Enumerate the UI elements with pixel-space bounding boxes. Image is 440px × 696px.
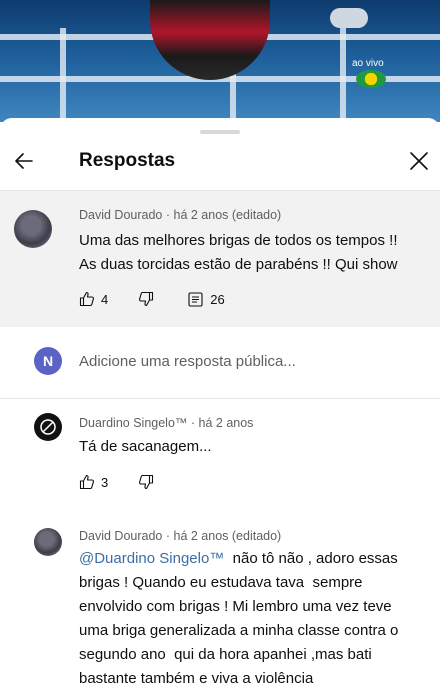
close-icon[interactable] <box>404 146 434 176</box>
comment-meta: Duardino Singelo™ · há 2 anos <box>79 416 253 430</box>
comment-actions: 3 <box>79 474 154 490</box>
dislike-button[interactable] <box>138 474 154 490</box>
video-fan-figure <box>150 0 270 80</box>
comment-line: envolvido com brigas ! Mi lembro uma vez… <box>79 598 392 615</box>
video-shoe <box>330 8 368 28</box>
broadcaster-logo-icon <box>356 70 386 88</box>
parent-comment: David Dourado · há 2 anos (editado) Uma … <box>0 191 440 327</box>
comment-line: uma briga generalizada a minha classe co… <box>79 622 399 639</box>
comment-line: bastante também e viva a violência <box>79 670 314 687</box>
thumbs-down-icon <box>138 291 154 307</box>
comment-timestamp: · há 2 anos (editado) <box>162 208 282 222</box>
panel-title: Respostas <box>79 150 176 171</box>
comment-line: As duas torcidas estão de parabéns !! Qu… <box>79 256 398 273</box>
panel-header: Respostas <box>0 136 440 190</box>
live-label: ao vivo <box>352 58 384 69</box>
reply-divider <box>0 398 440 399</box>
like-button[interactable]: 4 <box>79 291 108 307</box>
comment-text: @Duardino Singelo™ não tô não , adoro es… <box>79 547 434 691</box>
comment-text: Uma das melhores brigas de todos os temp… <box>79 229 398 277</box>
dislike-button[interactable] <box>138 291 154 307</box>
comment-author[interactable]: David Dourado <box>79 529 162 543</box>
user-avatar: N <box>34 347 62 375</box>
like-count: 3 <box>101 474 109 490</box>
mention-link[interactable]: @Duardino Singelo™ <box>79 550 224 567</box>
avatar[interactable] <box>34 528 62 556</box>
drag-handle[interactable] <box>200 130 240 134</box>
video-player[interactable]: ao vivo <box>0 0 440 122</box>
reply-input[interactable]: Adicione uma resposta pública... <box>79 353 296 370</box>
back-arrow-icon[interactable] <box>10 146 40 176</box>
reply-count: 26 <box>210 291 225 307</box>
thumbs-up-icon <box>79 291 95 307</box>
like-button[interactable]: 3 <box>79 474 108 490</box>
add-reply-row[interactable]: N Adicione uma resposta pública... <box>0 333 440 389</box>
comment-line: segundo ano qui da hora apanhei ,mas bat… <box>79 646 372 663</box>
avatar[interactable] <box>34 413 62 441</box>
railing-post <box>60 28 66 122</box>
comment-meta: David Dourado · há 2 anos (editado) <box>79 208 281 222</box>
reply-button[interactable]: 26 <box>188 291 225 307</box>
comment-line-rest: não tô não , adoro essas <box>224 550 398 567</box>
comment-line: @Duardino Singelo™ não tô não , adoro es… <box>79 547 434 571</box>
comment-author[interactable]: David Dourado <box>79 208 162 222</box>
comment-timestamp: · há 2 anos <box>187 416 254 430</box>
comment-icon <box>188 291 203 307</box>
avatar[interactable] <box>14 210 52 248</box>
comment-line: brigas ! Quando eu estudava tava sempre <box>79 574 363 591</box>
replies-panel: Respostas David Dourado · há 2 anos (edi… <box>0 118 440 696</box>
comment-line: Uma das melhores brigas de todos os temp… <box>79 232 398 249</box>
railing-post <box>340 28 346 122</box>
thumbs-down-icon <box>138 474 154 490</box>
thumbs-up-icon <box>79 474 95 490</box>
comment-author[interactable]: Duardino Singelo™ <box>79 416 187 430</box>
comment-timestamp: · há 2 anos (editado) <box>162 529 282 543</box>
comment-text: Tá de sacanagem... <box>79 438 212 455</box>
comment-actions: 4 26 <box>79 291 225 307</box>
like-count: 4 <box>101 291 109 307</box>
comment-meta: David Dourado · há 2 anos (editado) <box>79 529 281 543</box>
